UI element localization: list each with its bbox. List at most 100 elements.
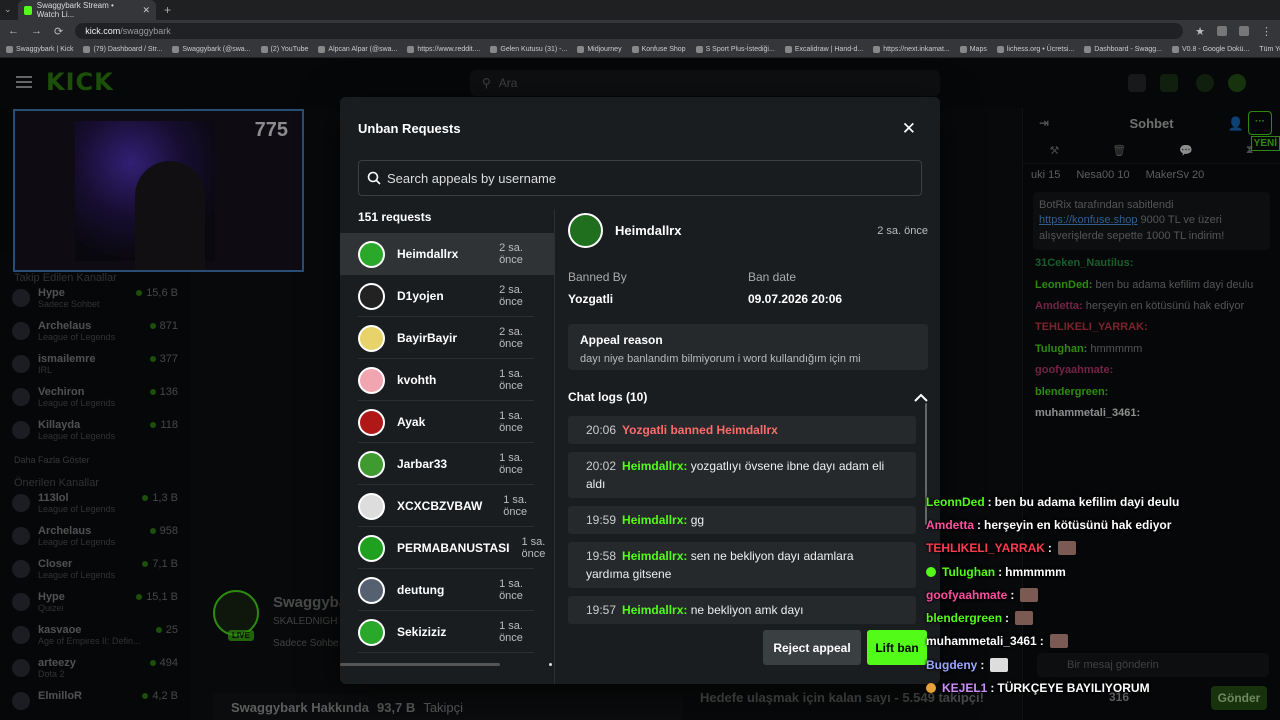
url-field[interactable]: kick.com/swaggybark [75,23,1184,39]
bookmark-label: (79) Dashboard / Str... [93,46,163,53]
bookmark-item[interactable]: (2) YouTube [260,46,308,53]
request-list-item[interactable]: Sekiziziz 1 sa. önce [340,611,554,653]
bookmark-item[interactable]: Konfuse Shop [631,46,686,53]
request-list-item[interactable]: D1yojen 2 sa. önce [340,275,554,317]
url-domain: kick.com [85,26,121,36]
overlay-chat-line: LeonnDed: ben bu adama kefilim dayi deulu [926,490,1276,513]
appeal-username[interactable]: Heimdallrx [615,223,865,238]
bookmark-item[interactable]: Excalidraw | Hand-d... [784,46,863,53]
ban-meta: Banned By Yozgatli Ban date 09.07.2026 2… [568,270,928,306]
banned-by-value: Yozgatli [568,292,614,306]
bookmark-item[interactable]: Midjourney [577,46,622,53]
request-list-item[interactable]: kvohth 1 sa. önce [340,359,554,401]
bookmark-item[interactable]: V0.8 - Google Dokü... [1171,46,1249,53]
bookmark-label: Konfuse Shop [641,46,686,53]
chat-logs-list: 20:06 Yozgatli banned Heimdallrx 20:02 Heim… [568,416,928,624]
log-text: gg [690,513,705,527]
appeal-search-input[interactable] [387,170,907,186]
close-icon[interactable]: ✕ [902,119,916,139]
bookmark-icon [318,46,326,53]
back-icon[interactable]: ← [8,25,19,37]
bookmark-item[interactable]: Dashboard - Swagg... [1084,46,1162,53]
bookmark-item[interactable]: lichess.org • Ücretsi... [996,46,1075,53]
bookmark-label: lichess.org • Ücretsi... [1006,46,1075,53]
banned-by-label: Banned By [568,270,627,284]
request-list-item[interactable]: Heimdallrx 2 sa. önce [340,233,554,275]
overlay-chat-line: muhammetali_3461: [926,630,1276,653]
request-time: 1 sa. önce [499,368,523,392]
request-username: Sekiziziz [397,625,447,639]
tab-search-icon[interactable]: ⌄ [4,4,12,15]
overlay-text: herşeyin en kötüsünü hak ediyor [984,517,1172,532]
overlay-colon: : [1047,541,1052,556]
overlay-username: Bugdeny [926,657,978,672]
overlay-username: muhammetali_3461 [926,634,1037,649]
request-list-item[interactable]: Jarbar33 1 sa. önce [340,443,554,485]
ban-date-label: Ban date [748,270,797,284]
chat-logs-header[interactable]: Chat logs (10) [568,390,928,404]
appeal-time: 2 sa. önce [877,224,928,237]
overlay-chat-line: blendergreen: [926,606,1276,629]
overlay-colon: : [1005,611,1010,626]
bookmark-item[interactable]: https://next.inkamat... [873,46,950,53]
row-divider [358,652,534,653]
new-tab-icon[interactable]: + [164,3,171,17]
request-list-scrollbar[interactable] [340,663,500,666]
request-list-item[interactable]: Ayak 1 sa. önce [340,401,554,443]
request-list-item[interactable]: deutung 1 sa. önce [340,569,554,611]
forward-icon[interactable]: → [31,25,42,37]
overlay-colon: : [977,517,982,532]
bookmark-label: https://www.reddit.... [417,46,481,53]
request-username: PERMABANUSTASI [397,541,510,555]
avatar [358,534,385,562]
request-list-item[interactable]: BayirBayir 2 sa. önce [340,317,554,359]
avatar [568,213,603,248]
bookmark-item[interactable]: (79) Dashboard / Str... [83,46,162,53]
request-list-item[interactable]: PERMABANUSTASI 1 sa. önce [340,527,554,569]
bookmark-icon [260,46,268,53]
bookmark-item[interactable]: Gelen Kutusu (31) -... [490,46,567,53]
reload-icon[interactable]: ⟳ [54,25,63,38]
bookmark-icon [695,46,703,53]
bookmark-label: Swaggybark (@swa... [182,46,251,53]
user-badge-icon [926,566,936,577]
star-icon[interactable]: ★ [1195,25,1205,38]
bookmark-item[interactable]: Swaggybark (@swa... [172,46,251,53]
log-username: Heimdallrx: [622,459,688,473]
overlay-colon: : [1010,587,1015,602]
avatar [358,576,385,604]
appeal-reason-text: dayı niye banlandım bilmiyorum i word ku… [580,353,861,365]
reject-appeal-button[interactable]: Reject appeal [763,630,861,665]
overlay-colon: : [990,681,995,696]
log-time: 19:58 [586,549,617,563]
request-time: 1 sa. önce [499,578,523,602]
avatar [358,282,385,310]
request-list-item[interactable]: XCXCBZVBAW 1 sa. önce [340,485,554,527]
avatar [358,324,385,352]
overlay-username: TEHLIKELI_YARRAK [926,541,1045,556]
request-time: 1 sa. önce [499,620,523,644]
extension-icon[interactable] [1239,26,1249,36]
bookmark-item[interactable]: Swaggybark | Kick [6,46,73,53]
chevron-up-icon[interactable] [914,393,928,402]
all-bookmarks[interactable]: Tüm Yer İşaretleri [1259,46,1280,53]
appeal-search-field[interactable] [358,160,922,196]
tab-close-icon[interactable]: ✕ [142,5,150,16]
menu-dots-icon[interactable]: ⋮ [1261,25,1272,38]
browser-tab[interactable]: Swaggybark Stream • Watch Li... ✕ [18,0,156,20]
extension-icon[interactable] [1217,26,1227,36]
overlay-colon: : [987,494,992,509]
bookmark-item[interactable]: Alpcan Alpar (@swa... [318,46,397,53]
request-time: 1 sa. önce [521,536,546,560]
lift-ban-button[interactable]: Lift ban [867,630,927,665]
bookmark-item[interactable]: S Sport Plus-İstediği... [695,46,775,53]
bookmark-item[interactable]: Maps [959,46,987,53]
request-count: 151 requests [358,210,432,224]
avatar [358,408,385,436]
overlay-text: hmmmmm [1005,564,1066,579]
bookmark-icon [1084,46,1092,53]
scroll-indicator [549,663,552,666]
bookmark-icon [784,46,792,53]
bookmark-item[interactable]: https://www.reddit.... [407,46,480,53]
bookmark-icon [873,46,881,53]
